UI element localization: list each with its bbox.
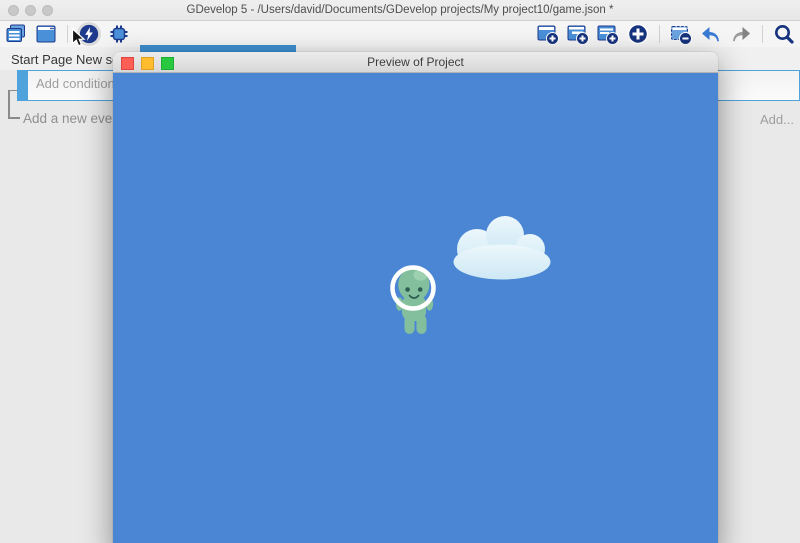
undo-button[interactable]	[699, 22, 723, 46]
preview-window[interactable]: Preview of Project	[113, 52, 718, 543]
add-new-event-button[interactable]: Add a new event	[23, 111, 124, 126]
add-event-icon	[536, 22, 560, 46]
active-tab-indicator	[140, 45, 296, 52]
toolbar-right-group	[536, 22, 796, 46]
add-more-link[interactable]: Add...	[760, 112, 794, 127]
search-icon	[772, 22, 796, 46]
redo-button[interactable]	[729, 22, 753, 46]
toolbar-divider	[659, 25, 660, 43]
add-subevent-icon	[566, 22, 590, 46]
event-tree-line	[8, 117, 20, 119]
scene-editor-button[interactable]	[34, 22, 58, 46]
add-subevent-button[interactable]	[566, 22, 590, 46]
toolbar-divider	[762, 25, 763, 43]
mouse-cursor	[71, 28, 87, 48]
tab-start-page[interactable]: Start Page	[11, 47, 72, 72]
redo-icon	[729, 22, 753, 46]
add-more-button[interactable]	[626, 22, 650, 46]
toolbar-left-group	[4, 22, 131, 46]
scene-editor-icon	[34, 22, 58, 46]
event-selection-bar	[18, 71, 28, 100]
add-event-button[interactable]	[536, 22, 560, 46]
preview-titlebar[interactable]: Preview of Project	[113, 52, 718, 73]
cloud-object	[454, 216, 551, 280]
add-comment-icon	[596, 22, 620, 46]
add-circle-icon	[626, 22, 650, 46]
project-manager-button[interactable]	[4, 22, 28, 46]
project-manager-icon	[4, 22, 28, 46]
debugger-icon	[107, 22, 131, 46]
app-toolbar	[0, 21, 800, 47]
add-comment-button[interactable]	[596, 22, 620, 46]
app-titlebar: GDevelop 5 - /Users/david/Documents/GDev…	[0, 0, 800, 21]
event-tree-line	[8, 90, 10, 118]
delete-event-icon	[669, 22, 693, 46]
toolbar-divider	[67, 25, 68, 43]
gdevelop-app-window: GDevelop 5 - /Users/david/Documents/GDev…	[0, 0, 800, 543]
add-condition-link[interactable]: Add condition	[36, 76, 115, 91]
game-viewport[interactable]	[113, 73, 718, 543]
search-button[interactable]	[772, 22, 796, 46]
delete-event-button[interactable]	[669, 22, 693, 46]
preview-title: Preview of Project	[113, 52, 718, 72]
debugger-button[interactable]	[107, 22, 131, 46]
game-scene	[113, 73, 718, 543]
undo-icon	[699, 22, 723, 46]
app-title: GDevelop 5 - /Users/david/Documents/GDev…	[0, 0, 800, 20]
